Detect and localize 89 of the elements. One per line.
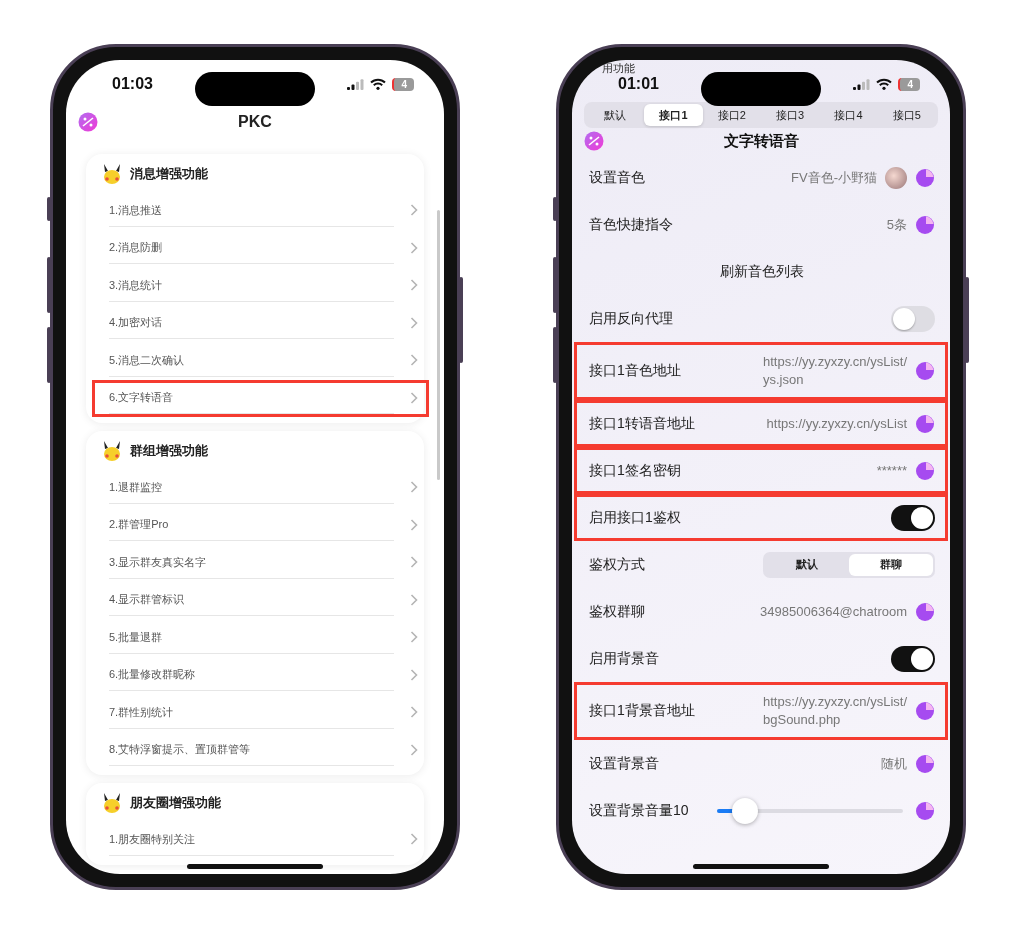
toggle-switch[interactable] bbox=[891, 645, 935, 672]
menu-item[interactable]: 7.群性别统计 bbox=[109, 704, 174, 720]
chevron-right-icon bbox=[410, 743, 418, 756]
setting-value: 5条 bbox=[886, 215, 907, 234]
menu-item[interactable]: 4.显示群管标识 bbox=[109, 592, 185, 608]
menu-item[interactable]: 4.加密对话 bbox=[109, 315, 163, 331]
chevron-right-icon bbox=[410, 706, 418, 719]
segment-option[interactable]: 默认 bbox=[765, 553, 849, 576]
setting-label: 接口1签名密钥 bbox=[589, 461, 681, 480]
menu-item[interactable]: 2.消息防删 bbox=[109, 240, 163, 256]
status-time: 01:01 bbox=[618, 75, 659, 93]
segment-option[interactable]: 群聊 bbox=[849, 553, 933, 576]
pie-chart-icon[interactable] bbox=[915, 800, 935, 821]
menu-item[interactable]: 1.朋友圈特别关注 bbox=[109, 831, 196, 847]
screen-title: PKC bbox=[238, 113, 272, 131]
setting-label: 设置音色 bbox=[589, 168, 645, 187]
menu-item[interactable]: 3.消息统计 bbox=[109, 277, 163, 293]
menu-item[interactable]: 6.批量修改群昵称 bbox=[109, 667, 196, 683]
screen-title: 文字转语音 bbox=[723, 131, 799, 151]
section-title: 消息增强功能 bbox=[130, 165, 208, 183]
wifi-icon bbox=[876, 78, 893, 90]
pie-chart-icon[interactable] bbox=[915, 753, 935, 774]
chevron-right-icon bbox=[410, 204, 418, 217]
tab[interactable]: 默认 bbox=[586, 104, 645, 126]
chevron-right-icon bbox=[410, 593, 418, 606]
setting-value: 34985006364@chatroom bbox=[760, 602, 907, 621]
menu-item[interactable]: 8.艾特浮窗提示、置顶群管等 bbox=[109, 742, 251, 758]
chevron-right-icon bbox=[410, 833, 418, 846]
section-title: 群组增强功能 bbox=[130, 442, 208, 460]
menu-item[interactable]: 1.退群监控 bbox=[109, 479, 163, 495]
tab[interactable]: 接口4 bbox=[819, 104, 878, 126]
signal-icon bbox=[853, 78, 871, 90]
setting-value: https://yy.zyxzy.cn/ysList/ bgSound.php bbox=[763, 693, 907, 729]
setting-label: 接口1背景音地址 bbox=[589, 702, 695, 720]
pie-chart-icon[interactable] bbox=[915, 413, 935, 434]
toggle-switch[interactable] bbox=[891, 504, 935, 531]
menu-item[interactable]: 5.批量退群 bbox=[109, 629, 163, 645]
menu-item[interactable]: 1.消息推送 bbox=[109, 202, 163, 218]
chevron-right-icon bbox=[410, 668, 418, 681]
pie-chart-icon[interactable] bbox=[915, 167, 935, 188]
refresh-button[interactable]: 刷新音色列表 bbox=[714, 261, 810, 282]
pie-chart-icon[interactable] bbox=[915, 701, 935, 721]
setting-value: ****** bbox=[876, 461, 907, 480]
setting-label: 启用反向代理 bbox=[589, 309, 673, 328]
wifi-icon bbox=[370, 78, 387, 90]
chevron-right-icon bbox=[410, 518, 418, 531]
setting-value: https://yy.zyxzy.cn/ysList bbox=[766, 414, 907, 433]
partial-title: 用功能 bbox=[602, 61, 635, 76]
setting-label: 设置背景音 bbox=[589, 754, 659, 773]
chevron-right-icon bbox=[410, 241, 418, 254]
section-title: 朋友圈增强功能 bbox=[130, 794, 221, 812]
setting-label: 接口1音色地址 bbox=[589, 362, 681, 380]
battery-indicator: 4 bbox=[392, 77, 414, 91]
tab[interactable]: 接口3 bbox=[761, 104, 820, 126]
menu-item[interactable]: 2.群管理Pro bbox=[109, 517, 169, 533]
setting-label: 鉴权群聊 bbox=[589, 602, 645, 621]
pie-chart-icon[interactable] bbox=[915, 460, 935, 481]
tab[interactable]: 接口1 bbox=[644, 104, 703, 126]
chevron-right-icon bbox=[410, 391, 418, 404]
setting-label: 启用接口1鉴权 bbox=[589, 508, 681, 527]
pie-chart-icon[interactable] bbox=[915, 361, 935, 381]
chevron-right-icon bbox=[410, 316, 418, 329]
pie-chart-icon[interactable] bbox=[915, 601, 935, 622]
app-logo-icon[interactable] bbox=[78, 112, 98, 132]
toggle-switch[interactable] bbox=[891, 305, 935, 332]
setting-label: 鉴权方式 bbox=[589, 555, 645, 574]
setting-label: 音色快捷指令 bbox=[589, 215, 673, 234]
setting-label: 设置背景音量10 bbox=[589, 801, 689, 820]
menu-item[interactable]: 3.显示群友真实名字 bbox=[109, 554, 207, 570]
setting-label: 启用背景音 bbox=[589, 649, 659, 668]
signal-icon bbox=[347, 78, 365, 90]
battery-indicator: 4 bbox=[898, 77, 920, 91]
slider-thumb[interactable] bbox=[731, 797, 758, 824]
setting-label: 接口1转语音地址 bbox=[589, 414, 695, 433]
setting-value: https://yy.zyxzy.cn/ysList/ ys.json bbox=[763, 353, 907, 389]
app-logo-icon[interactable] bbox=[584, 131, 604, 151]
chevron-right-icon bbox=[410, 631, 418, 644]
tab[interactable]: 接口5 bbox=[877, 104, 936, 126]
chevron-right-icon bbox=[410, 481, 418, 494]
tab[interactable]: 接口2 bbox=[702, 104, 761, 126]
setting-value: FV音色-小野猫 bbox=[791, 168, 877, 187]
status-time: 01:03 bbox=[112, 75, 153, 93]
chevron-right-icon bbox=[410, 556, 418, 569]
chevron-right-icon bbox=[410, 279, 418, 292]
menu-item[interactable]: 6.文字转语音 bbox=[109, 390, 174, 406]
setting-value: 随机 bbox=[881, 754, 907, 773]
pie-chart-icon[interactable] bbox=[915, 214, 935, 235]
chevron-right-icon bbox=[410, 354, 418, 367]
menu-item[interactable]: 5.消息二次确认 bbox=[109, 352, 185, 368]
